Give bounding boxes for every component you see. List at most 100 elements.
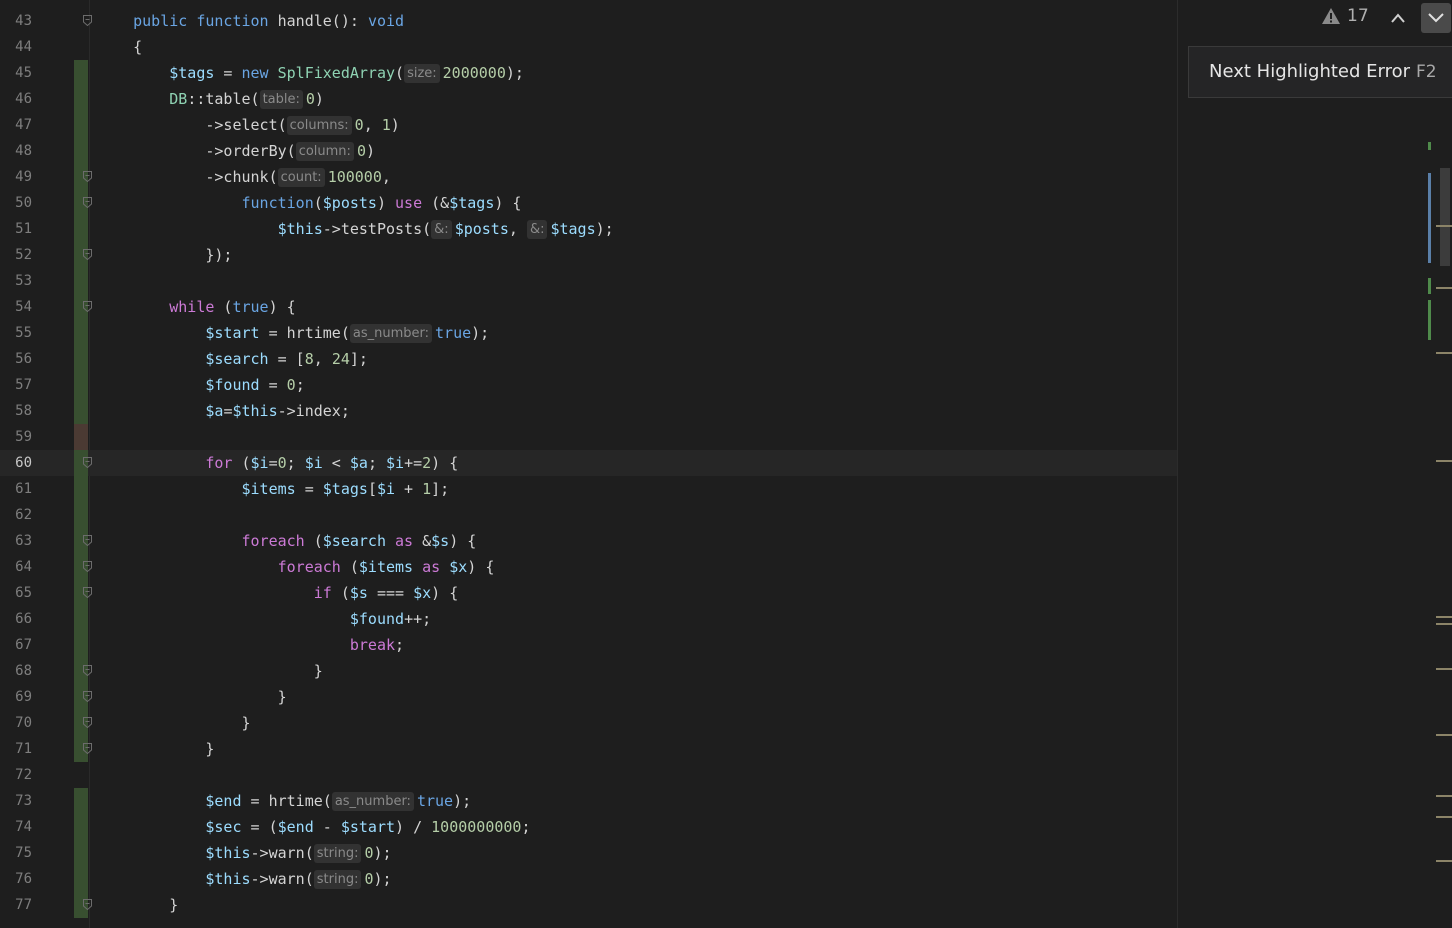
line-number[interactable]: 64: [0, 554, 32, 580]
code-text[interactable]: break;: [97, 632, 404, 658]
code-line[interactable]: 59: [0, 424, 1178, 450]
error-stripe-marker[interactable]: [1436, 352, 1452, 354]
line-number[interactable]: 49: [0, 164, 32, 190]
error-stripe-marker[interactable]: [1436, 860, 1452, 862]
line-number[interactable]: 68: [0, 658, 32, 684]
error-stripe-marker[interactable]: [1436, 623, 1452, 625]
code-text[interactable]: foreach ($items as $x) {: [97, 554, 494, 580]
code-text[interactable]: $found++;: [97, 606, 431, 632]
fold-icon[interactable]: [83, 587, 92, 598]
line-number[interactable]: 55: [0, 320, 32, 346]
code-text[interactable]: }: [97, 710, 251, 736]
line-number[interactable]: 76: [0, 866, 32, 892]
line-number[interactable]: 48: [0, 138, 32, 164]
error-stripe-marker[interactable]: [1436, 734, 1452, 736]
code-line[interactable]: 56 $search = [8, 24];: [0, 346, 1178, 372]
code-text[interactable]: foreach ($search as &$s) {: [97, 528, 476, 554]
code-line[interactable]: 62: [0, 502, 1178, 528]
error-stripe-marker[interactable]: [1428, 278, 1431, 294]
error-stripe-marker[interactable]: [1436, 460, 1452, 462]
code-line[interactable]: 47 ->select(columns: 0, 1): [0, 112, 1178, 138]
code-line[interactable]: 70 }: [0, 710, 1178, 736]
line-number[interactable]: 62: [0, 502, 32, 528]
code-text[interactable]: $end = hrtime(as_number: true);: [97, 788, 471, 814]
fold-icon[interactable]: [83, 171, 92, 182]
line-number[interactable]: 74: [0, 814, 32, 840]
line-number[interactable]: 50: [0, 190, 32, 216]
previous-error-button[interactable]: [1385, 6, 1411, 30]
fold-icon[interactable]: [83, 15, 92, 26]
vcs-change-marker[interactable]: [74, 60, 88, 86]
warning-icon[interactable]: [1321, 7, 1341, 25]
line-number[interactable]: 46: [0, 86, 32, 112]
code-text[interactable]: {: [97, 34, 142, 60]
error-stripe-marker[interactable]: [1440, 168, 1450, 266]
line-number[interactable]: 73: [0, 788, 32, 814]
vcs-change-marker[interactable]: [74, 424, 88, 450]
line-number[interactable]: 45: [0, 60, 32, 86]
code-text[interactable]: });: [97, 242, 232, 268]
code-text[interactable]: $a=$this->index;: [97, 398, 350, 424]
code-line[interactable]: 60 for ($i=0; $i < $a; $i+=2) {: [0, 450, 1178, 476]
inspection-widget[interactable]: 17: [1313, 0, 1452, 36]
fold-icon[interactable]: [83, 249, 92, 260]
fold-icon[interactable]: [83, 301, 92, 312]
code-text[interactable]: $sec = ($end - $start) / 1000000000;: [97, 814, 531, 840]
fold-icon[interactable]: [83, 561, 92, 572]
code-line[interactable]: 75 $this->warn(string: 0);: [0, 840, 1178, 866]
code-text[interactable]: ->chunk(count: 100000,: [97, 164, 391, 190]
error-stripe-marker[interactable]: [1436, 816, 1452, 818]
code-text[interactable]: }: [97, 892, 178, 918]
line-number[interactable]: 47: [0, 112, 32, 138]
error-stripe-marker[interactable]: [1436, 795, 1452, 797]
code-line[interactable]: 71 }: [0, 736, 1178, 762]
fold-icon[interactable]: [83, 665, 92, 676]
code-line[interactable]: 65 if ($s === $x) {: [0, 580, 1178, 606]
line-number[interactable]: 65: [0, 580, 32, 606]
line-number[interactable]: 59: [0, 424, 32, 450]
code-line[interactable]: 73 $end = hrtime(as_number: true);: [0, 788, 1178, 814]
code-line[interactable]: 69 }: [0, 684, 1178, 710]
line-number[interactable]: 43: [0, 8, 32, 34]
line-number[interactable]: 71: [0, 736, 32, 762]
line-number[interactable]: 66: [0, 606, 32, 632]
code-text[interactable]: function($posts) use (&$tags) {: [97, 190, 521, 216]
code-line[interactable]: 55 $start = hrtime(as_number: true);: [0, 320, 1178, 346]
error-stripe-marker[interactable]: [1436, 225, 1452, 227]
code-text[interactable]: }: [97, 684, 287, 710]
line-number[interactable]: 67: [0, 632, 32, 658]
line-number[interactable]: 53: [0, 268, 32, 294]
vcs-change-marker[interactable]: [74, 346, 88, 372]
warning-count[interactable]: 17: [1347, 6, 1369, 26]
code-line[interactable]: 49 ->chunk(count: 100000,: [0, 164, 1178, 190]
line-number[interactable]: 77: [0, 892, 32, 918]
code-line[interactable]: 67 break;: [0, 632, 1178, 658]
vcs-change-marker[interactable]: [74, 86, 88, 112]
fold-icon[interactable]: [83, 899, 92, 910]
line-number[interactable]: 58: [0, 398, 32, 424]
vcs-change-marker[interactable]: [74, 866, 88, 892]
code-text[interactable]: $this->testPosts(&: $posts, &: $tags);: [97, 216, 614, 242]
fold-icon[interactable]: [83, 691, 92, 702]
code-text[interactable]: }: [97, 658, 323, 684]
code-text[interactable]: public function handle(): void: [97, 8, 404, 34]
line-number[interactable]: 60: [0, 450, 32, 476]
code-line[interactable]: 44 {: [0, 34, 1178, 60]
vcs-change-marker[interactable]: [74, 138, 88, 164]
vcs-change-marker[interactable]: [74, 814, 88, 840]
vcs-change-marker[interactable]: [74, 268, 88, 294]
vcs-change-marker[interactable]: [74, 606, 88, 632]
code-line[interactable]: 46 DB::table(table: 0): [0, 86, 1178, 112]
vcs-change-marker[interactable]: [74, 372, 88, 398]
error-stripe-marker[interactable]: [1428, 142, 1431, 150]
fold-icon[interactable]: [83, 457, 92, 468]
fold-icon[interactable]: [83, 197, 92, 208]
line-number[interactable]: 51: [0, 216, 32, 242]
code-text[interactable]: DB::table(table: 0): [97, 86, 324, 112]
code-text[interactable]: }: [97, 736, 214, 762]
code-line[interactable]: 74 $sec = ($end - $start) / 1000000000;: [0, 814, 1178, 840]
code-line[interactable]: 61 $items = $tags[$i + 1];: [0, 476, 1178, 502]
code-line[interactable]: 48 ->orderBy(column: 0): [0, 138, 1178, 164]
code-line[interactable]: 50 function($posts) use (&$tags) {: [0, 190, 1178, 216]
vcs-change-marker[interactable]: [74, 398, 88, 424]
